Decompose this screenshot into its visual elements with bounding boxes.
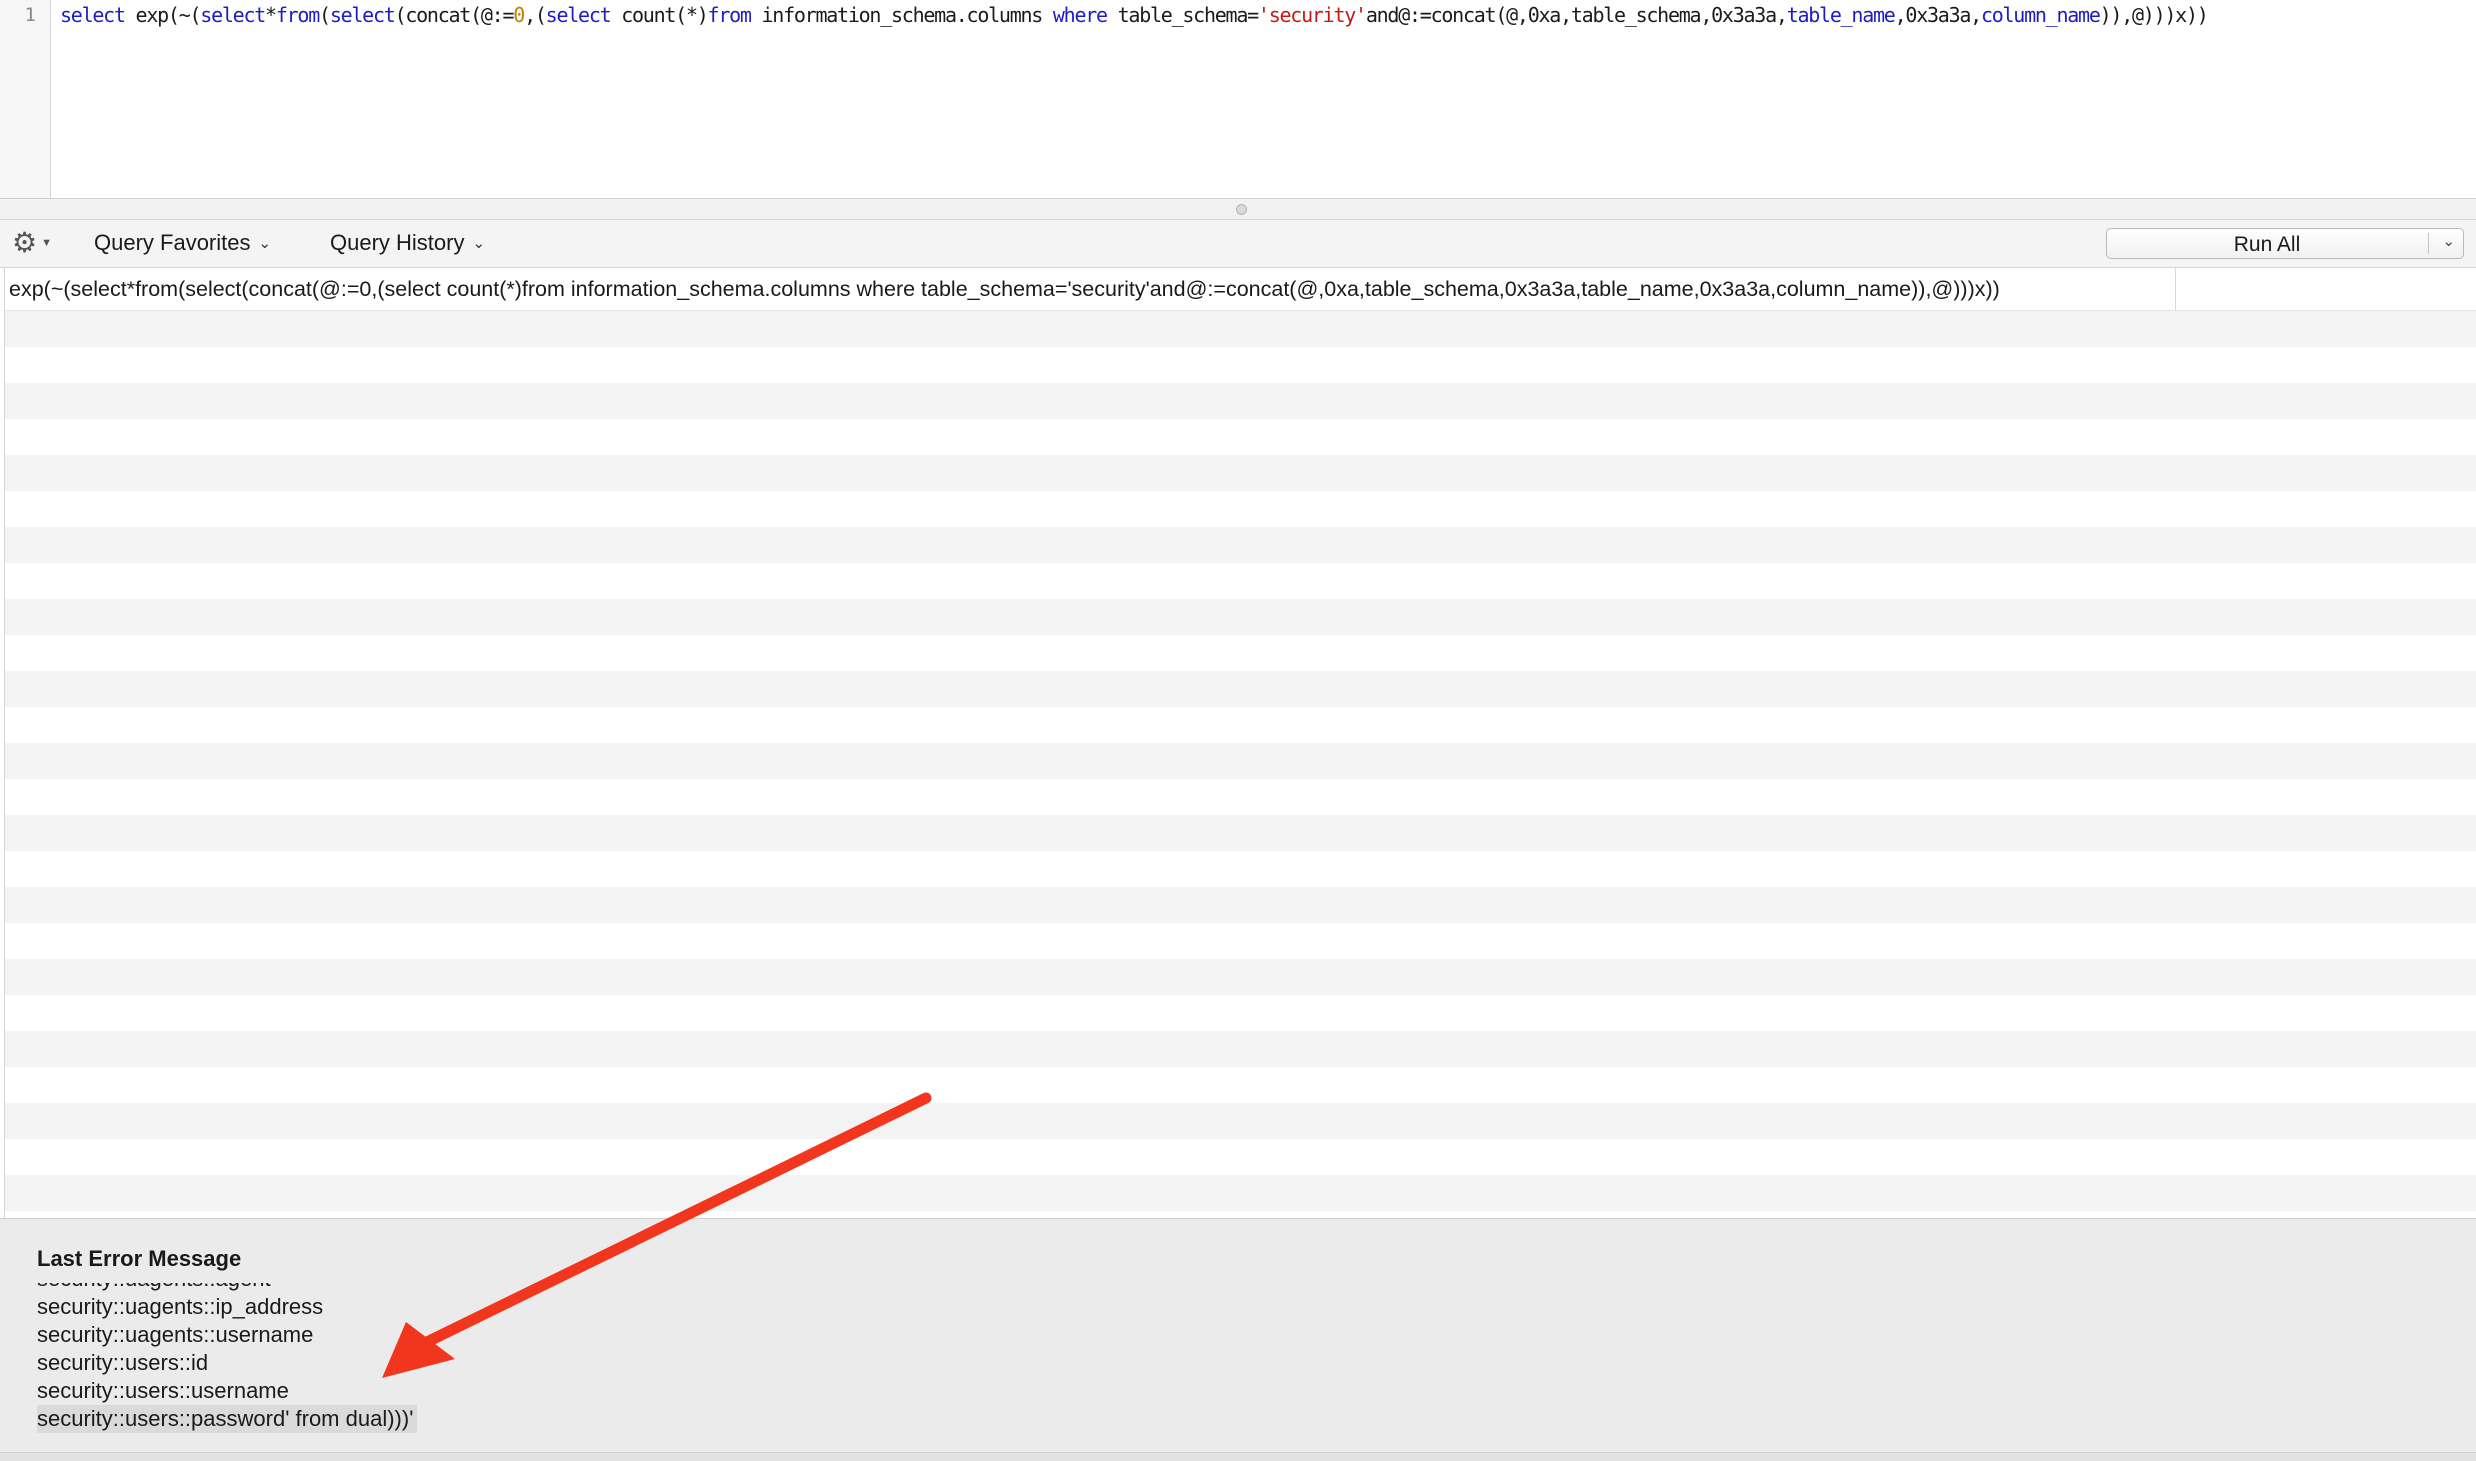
sql-token: select <box>329 3 396 27</box>
sql-token: ,( <box>524 3 547 27</box>
results-header-row: exp(~(select*from(select(concat(@:=0,(se… <box>5 268 2476 311</box>
sql-token: table_schema= <box>1106 3 1260 27</box>
query-favorites-menu[interactable]: Query Favorites ⌄ <box>94 230 271 256</box>
table-row[interactable] <box>5 1103 2476 1139</box>
chevron-down-icon: ⌄ <box>472 235 486 252</box>
table-row[interactable] <box>5 815 2476 851</box>
error-line: security::uagents::username <box>37 1322 314 1347</box>
column-header[interactable]: exp(~(select*from(select(concat(@:=0,(se… <box>9 277 2000 302</box>
table-row[interactable] <box>5 383 2476 419</box>
table-row[interactable] <box>5 995 2476 1031</box>
table-row[interactable] <box>5 779 2476 815</box>
table-row[interactable] <box>5 455 2476 491</box>
sql-token: )),@)))x)) <box>2099 3 2209 27</box>
column-divider[interactable] <box>2175 268 2176 310</box>
table-row[interactable] <box>5 743 2476 779</box>
sql-token: from <box>707 3 752 27</box>
table-row[interactable] <box>5 1211 2476 1218</box>
table-row[interactable] <box>5 1139 2476 1175</box>
sql-token: column_name <box>1980 3 2101 27</box>
sql-token: select <box>545 3 612 27</box>
table-row[interactable] <box>5 1067 2476 1103</box>
gear-menu-button[interactable]: ⚙ ▼ <box>12 227 52 258</box>
gear-icon: ⚙ <box>12 227 38 258</box>
table-row[interactable] <box>5 563 2476 599</box>
error-line: security::users::username <box>37 1378 289 1403</box>
sql-token: select <box>60 3 126 27</box>
query-toolbar: ⚙ ▼ Query Favorites ⌄ Query History ⌄ Ru… <box>0 220 2476 268</box>
pane-splitter[interactable] <box>0 199 2476 220</box>
sql-editor[interactable]: 1 select exp(~(select*from(select(concat… <box>0 0 2476 199</box>
query-favorites-label: Query Favorites <box>94 230 251 255</box>
caret-down-icon: ▼ <box>41 237 52 249</box>
sql-token: 'security' <box>1257 3 1367 27</box>
table-row[interactable] <box>5 1175 2476 1211</box>
sql-token: count(*) <box>610 3 709 27</box>
run-all-button[interactable]: Run All ⌄ <box>2106 228 2464 259</box>
table-row[interactable] <box>5 491 2476 527</box>
table-row[interactable] <box>5 419 2476 455</box>
sql-token: * <box>265 3 277 27</box>
error-line: security::users::id <box>37 1350 209 1375</box>
table-row[interactable] <box>5 671 2476 707</box>
table-row[interactable] <box>5 599 2476 635</box>
sql-token: (concat(@:= <box>394 3 515 27</box>
sql-token: 0 <box>513 3 525 27</box>
error-line: security::users::password' from dual)))' <box>37 1405 418 1433</box>
error-message-text: security::uagents::ip_addresssecurity::u… <box>37 1293 418 1433</box>
table-row[interactable] <box>5 1031 2476 1067</box>
chevron-down-icon: ⌄ <box>258 235 272 252</box>
table-row[interactable] <box>5 527 2476 563</box>
chevron-down-icon[interactable]: ⌄ <box>2442 232 2455 250</box>
query-history-label: Query History <box>330 230 465 255</box>
query-history-menu[interactable]: Query History ⌄ <box>330 230 485 256</box>
button-divider <box>2428 233 2429 254</box>
line-number-gutter: 1 <box>0 0 51 198</box>
line-number: 1 <box>24 4 36 26</box>
sql-token: ,0x3a3a, <box>1894 3 1983 27</box>
splitter-handle[interactable] <box>1236 204 1247 215</box>
table-row[interactable] <box>5 959 2476 995</box>
results-table: exp(~(select*from(select(concat(@:=0,(se… <box>4 268 2476 1218</box>
sql-token: exp(~( <box>124 3 202 27</box>
sql-token: from <box>275 3 320 27</box>
sql-token: and@:=concat(@,0xa,table_schema,0x3a3a, <box>1365 3 1788 27</box>
sql-token: ( <box>319 3 331 27</box>
table-row[interactable] <box>5 923 2476 959</box>
table-row[interactable] <box>5 635 2476 671</box>
table-row[interactable] <box>5 311 2476 347</box>
sql-token: where <box>1052 3 1108 27</box>
clipped-error-text: security::uagents::agent <box>37 1283 271 1291</box>
error-line: security::uagents::ip_address <box>37 1294 324 1319</box>
results-rows <box>5 311 2476 1218</box>
sql-code-line[interactable]: select exp(~(select*from(select(concat(@… <box>60 3 2209 27</box>
sql-token: select <box>200 3 266 27</box>
run-all-label: Run All <box>2233 233 2301 256</box>
table-row[interactable] <box>5 851 2476 887</box>
table-row[interactable] <box>5 707 2476 743</box>
sql-token: information_schema.columns <box>750 3 1053 27</box>
error-message-panel: Last Error Message security::uagents::ag… <box>0 1218 2476 1461</box>
table-row[interactable] <box>5 347 2476 383</box>
error-panel-title: Last Error Message <box>37 1246 242 1271</box>
sql-token: table_name <box>1786 3 1896 27</box>
table-row[interactable] <box>5 887 2476 923</box>
